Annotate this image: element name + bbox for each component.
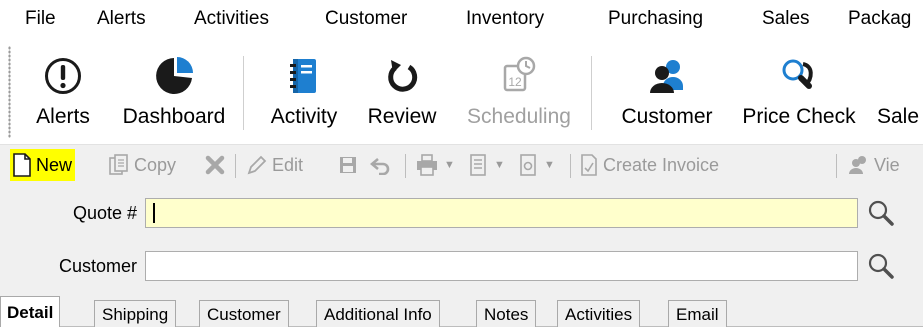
pencil-icon (247, 155, 267, 175)
menu-packages[interactable]: Packag (848, 8, 911, 30)
document-gear-icon (520, 154, 536, 176)
customer-field-label: Customer (58, 256, 137, 276)
ribbon: Alerts Dashboard Activity Review 12 Sche… (0, 38, 923, 144)
copy-icon (109, 154, 128, 175)
menu-customer[interactable]: Customer (325, 8, 407, 30)
new-document-icon (13, 153, 31, 177)
text-cursor (153, 203, 155, 223)
users-icon (650, 60, 683, 93)
save-button[interactable] (338, 149, 358, 181)
quote-number-label: Quote # (72, 203, 137, 223)
alert-icon (45, 58, 81, 94)
edit-button[interactable]: Edit (246, 149, 303, 181)
new-button[interactable]: New (10, 149, 76, 181)
report-icon (470, 154, 486, 176)
edit-label: Edit (272, 154, 304, 175)
chevron-down-icon: ▼ (494, 159, 505, 171)
create-invoice-label: Create Invoice (603, 154, 720, 175)
menu-file[interactable]: File (25, 8, 56, 30)
users-icon (849, 156, 866, 174)
view-button[interactable]: Vie (848, 149, 900, 181)
sale-button[interactable]: Sale (877, 56, 923, 142)
new-label: New (36, 154, 73, 175)
toolbar: New Copy Edit ▼ ▼ ▼ Create Invoice Vie (0, 144, 923, 187)
toolbar-separator (235, 154, 236, 178)
price-check-label: Price Check (742, 105, 856, 128)
review-button[interactable]: Review (359, 56, 445, 142)
toolbar-separator (836, 154, 837, 178)
tab-detail[interactable]: Detail (0, 296, 61, 327)
price-check-button[interactable]: Price Check (733, 56, 865, 142)
scheduling-label: Scheduling (467, 105, 571, 128)
ribbon-separator (243, 56, 244, 130)
menu-activities[interactable]: Activities (194, 8, 269, 30)
copy-label: Copy (134, 154, 177, 175)
save-icon (340, 157, 356, 173)
activity-label: Activity (270, 105, 338, 128)
sale-label: Sale (877, 105, 920, 128)
customer-label: Customer (621, 105, 713, 128)
menu-sales[interactable]: Sales (762, 8, 810, 30)
chevron-down-icon: ▼ (444, 159, 455, 171)
dashboard-button[interactable]: Dashboard (113, 56, 235, 142)
undo-button[interactable] (370, 149, 392, 181)
pie-chart-icon (156, 57, 193, 94)
print-button[interactable]: ▼ (416, 149, 455, 181)
create-invoice-button[interactable]: Create Invoice (579, 149, 719, 181)
scheduling-button[interactable]: 12 Scheduling (456, 56, 582, 142)
menu-bar: File Alerts Activities Customer Inventor… (0, 0, 923, 39)
report-button[interactable]: ▼ (468, 149, 505, 181)
undo-icon (370, 158, 390, 175)
tab-notes[interactable]: Notes (476, 300, 537, 327)
ribbon-separator (591, 56, 592, 130)
toolbar-separator (405, 154, 406, 178)
search-icon[interactable] (866, 198, 896, 228)
alerts-button[interactable]: Alerts (24, 56, 102, 142)
view-label: Vie (874, 154, 900, 175)
alerts-label: Alerts (36, 105, 90, 128)
customer-button[interactable]: Customer (606, 56, 728, 142)
invoice-icon (581, 154, 597, 176)
toolbar-separator (570, 154, 571, 178)
tab-email[interactable]: Email (668, 300, 727, 327)
phone-icon (782, 59, 813, 89)
notebook-icon (290, 59, 316, 93)
delete-icon (205, 155, 225, 175)
printer-icon (417, 154, 437, 176)
review-label: Review (367, 105, 437, 128)
search-icon[interactable] (866, 251, 896, 281)
quote-form: Quote # Customer (0, 186, 923, 294)
document-options-button[interactable]: ▼ (518, 149, 555, 181)
tab-customer[interactable]: Customer (199, 300, 289, 327)
ribbon-grip[interactable] (8, 46, 11, 138)
menu-alerts[interactable]: Alerts (97, 8, 146, 30)
menu-inventory[interactable]: Inventory (466, 8, 544, 30)
customer-input[interactable] (145, 251, 858, 281)
menu-purchasing[interactable]: Purchasing (608, 8, 703, 30)
quote-number-input[interactable] (145, 198, 858, 228)
calendar-clock-icon: 12 (503, 56, 536, 92)
activity-button[interactable]: Activity (259, 56, 349, 142)
chevron-down-icon: ▼ (544, 159, 555, 171)
tab-additional-info[interactable]: Additional Info (316, 300, 440, 327)
svg-text:12: 12 (508, 75, 522, 89)
copy-button[interactable]: Copy (108, 149, 176, 181)
refresh-icon (388, 60, 418, 92)
tab-activities[interactable]: Activities (557, 300, 641, 327)
delete-button[interactable] (205, 149, 225, 181)
dashboard-label: Dashboard (122, 105, 226, 128)
tab-shipping[interactable]: Shipping (94, 300, 177, 327)
tab-strip: Detail Shipping Customer Additional Info… (0, 294, 923, 327)
